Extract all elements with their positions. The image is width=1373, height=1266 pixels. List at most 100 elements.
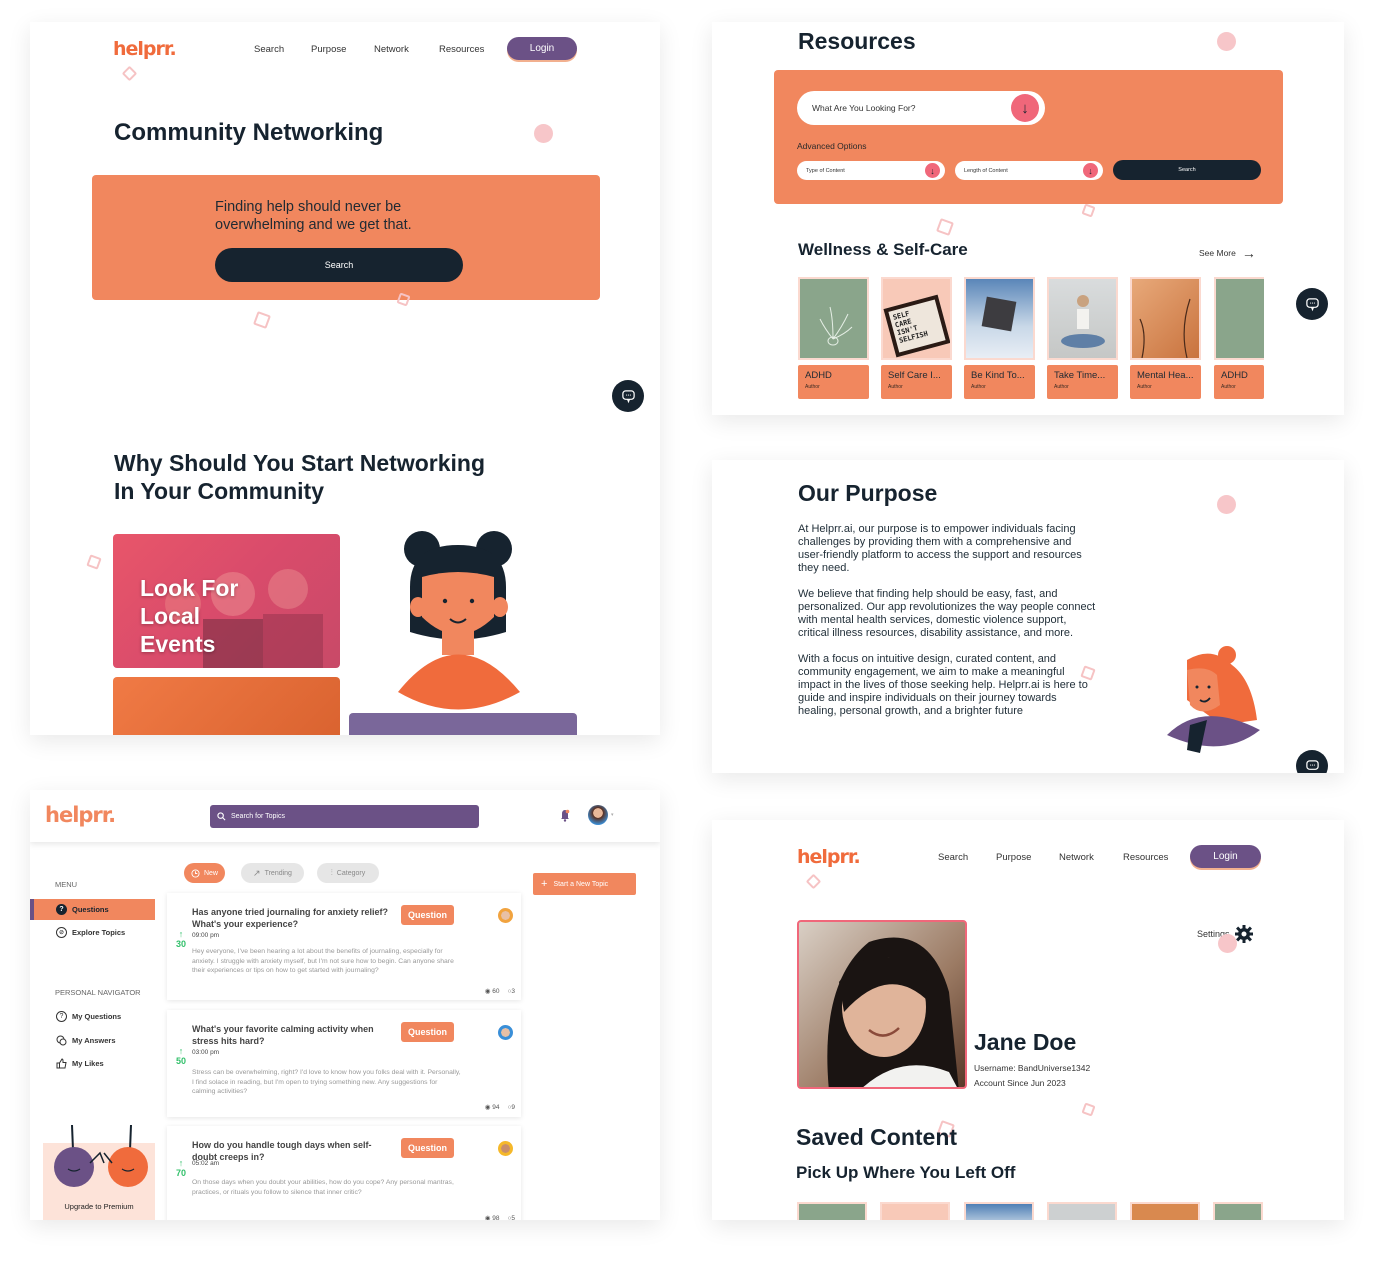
nav-search[interactable]: Search: [938, 852, 968, 863]
upvote-counter[interactable]: ↑ 30: [174, 929, 188, 949]
helprr-logo[interactable]: helprr.: [113, 38, 177, 60]
notification-bell-icon[interactable]: [560, 809, 570, 822]
event-card-orange[interactable]: [113, 677, 340, 735]
brain-plant-art: [819, 306, 853, 346]
author-avatar[interactable]: [498, 1141, 513, 1156]
see-more-link[interactable]: See More →: [1199, 245, 1256, 261]
nav-search[interactable]: Search: [254, 44, 284, 55]
helprr-logo[interactable]: helprr.: [45, 803, 116, 827]
chat-button[interactable]: [612, 380, 644, 412]
card-title: Self Care I...: [888, 370, 941, 381]
eye-icon: ◉: [484, 1215, 491, 1220]
eye-icon: ◉: [484, 988, 491, 995]
decorative-square: [1081, 203, 1096, 218]
profile-page: helprr. Search Purpose Network Resources…: [712, 820, 1344, 1220]
resource-card[interactable]: ADHD Author: [1214, 277, 1264, 399]
upgrade-label: Upgrade to Premium: [64, 1202, 134, 1211]
nav-network[interactable]: Network: [1059, 852, 1094, 863]
comments: ○9: [507, 1104, 515, 1111]
question-title: Has anyone tried journaling for anxiety …: [192, 907, 389, 929]
resource-card[interactable]: Be Kind To... Author: [964, 277, 1035, 399]
view-count: 98: [492, 1215, 500, 1220]
chat-button[interactable]: [1296, 750, 1328, 773]
question-badge-icon: ?: [56, 904, 67, 915]
vote-count: 30: [175, 939, 186, 949]
event-card-purple[interactable]: [349, 713, 577, 735]
arrow-down-icon[interactable]: ↓: [1011, 94, 1039, 122]
purpose-paragraph: At Helprr.ai, our purpose is to empower …: [798, 523, 1082, 574]
meditation-photo: [1061, 295, 1105, 348]
nav-network[interactable]: Network: [374, 44, 409, 55]
length-of-content-select[interactable]: Length of Content ↓: [955, 161, 1103, 180]
filter-category[interactable]: ⫶ Category: [317, 863, 379, 883]
upvote-counter[interactable]: ↑ 50: [174, 1046, 188, 1066]
woman-illustration: [1167, 646, 1260, 753]
comments: ○3: [507, 988, 515, 995]
card-thumbnail: SELF CARE ISN'T SELFISH: [881, 277, 952, 360]
comment-count: 3: [511, 987, 515, 995]
chat-button[interactable]: [1296, 288, 1328, 320]
search-button[interactable]: Search: [215, 248, 463, 282]
resource-card[interactable]: Mental Hea... Author: [1130, 277, 1201, 399]
comment-count: 9: [511, 1103, 515, 1111]
nav-purpose[interactable]: Purpose: [311, 44, 346, 55]
filter-label: Category: [336, 869, 366, 877]
sidebar-item-my-likes[interactable]: My Likes: [30, 1053, 155, 1074]
upvote-counter[interactable]: ↑ 70: [174, 1158, 188, 1178]
upgrade-premium-card[interactable]: Upgrade to Premium: [43, 1125, 155, 1220]
card-label: Mental Hea... Author: [1130, 365, 1201, 399]
filter-trending[interactable]: ↗ Trending: [241, 863, 304, 883]
sidebar-item-label: Explore Topics: [72, 928, 126, 937]
saved-content-card[interactable]: [880, 1202, 950, 1220]
login-button[interactable]: Login: [1190, 845, 1261, 868]
resource-card[interactable]: ADHD Author: [798, 277, 869, 399]
sidebar-item-my-questions[interactable]: ? My Questions: [30, 1006, 155, 1027]
resource-card[interactable]: SELF CARE ISN'T SELFISH Self Care I... Autho…: [881, 277, 952, 399]
question-card[interactable]: What's your favorite calming activity wh…: [167, 1010, 521, 1117]
local-events-card[interactable]: Look For Local Events: [113, 534, 340, 668]
sidebar-item-explore-topics[interactable]: ⊘ Explore Topics: [30, 922, 155, 943]
topic-search-input[interactable]: Search for Topics: [210, 805, 479, 828]
author-avatar[interactable]: [498, 908, 513, 923]
nav-resources[interactable]: Resources: [1123, 852, 1168, 863]
question-stats: ◉ 60 ○3: [484, 987, 515, 996]
saved-content-card[interactable]: [964, 1202, 1034, 1220]
saved-content-card[interactable]: [1130, 1202, 1200, 1220]
arrow-down-icon: ↓: [1083, 163, 1098, 178]
eye-icon: ◉: [484, 1104, 491, 1111]
nav-resources[interactable]: Resources: [439, 44, 484, 55]
nav-purpose[interactable]: Purpose: [996, 852, 1031, 863]
saved-content-card[interactable]: [797, 1202, 867, 1220]
vote-count: 70: [175, 1168, 186, 1178]
question-card[interactable]: Has anyone tried journaling for anxiety …: [167, 893, 521, 1000]
select-placeholder: Length of Content: [964, 167, 1008, 174]
user-avatar[interactable]: [588, 805, 608, 825]
login-button[interactable]: Login: [507, 37, 577, 60]
card-author: Author: [1137, 384, 1152, 390]
resource-search-button[interactable]: Search: [1113, 160, 1261, 180]
advanced-options-label: Advanced Options: [797, 141, 867, 151]
filter-new[interactable]: New: [184, 863, 225, 883]
saved-content-card[interactable]: [1213, 1202, 1263, 1220]
saved-content-card[interactable]: [1047, 1202, 1117, 1220]
question-card[interactable]: How do you handle tough days when self-d…: [167, 1126, 521, 1220]
card-label: Take Time... Author: [1047, 365, 1118, 399]
page-title: Community Networking: [114, 119, 384, 146]
resource-card[interactable]: Take Time... Author: [1047, 277, 1118, 399]
helprr-logo[interactable]: helprr.: [797, 846, 861, 868]
author-avatar[interactable]: [498, 1025, 513, 1040]
decorative-square: [86, 554, 102, 570]
resource-search-input[interactable]: What Are You Looking For? ↓: [797, 91, 1045, 125]
start-new-topic-button[interactable]: + Start a New Topic: [533, 873, 636, 895]
type-of-content-select[interactable]: Type of Content ↓: [797, 161, 945, 180]
profile-photo[interactable]: [797, 920, 967, 1089]
question-title: How do you handle tough days when self-d…: [192, 1140, 372, 1162]
card-title: Take Time...: [1054, 370, 1106, 381]
sidebar-item-my-answers[interactable]: My Answers: [30, 1030, 155, 1051]
sidebar-item-label: Questions: [72, 905, 109, 914]
purpose-paragraph: We believe that finding help should be e…: [798, 588, 1096, 639]
sidebar-item-questions[interactable]: ? Questions: [30, 899, 155, 920]
card-thumbnail: [964, 277, 1035, 360]
chevron-down-icon[interactable]: ▾: [611, 812, 614, 818]
card-title: ADHD: [1221, 370, 1248, 381]
